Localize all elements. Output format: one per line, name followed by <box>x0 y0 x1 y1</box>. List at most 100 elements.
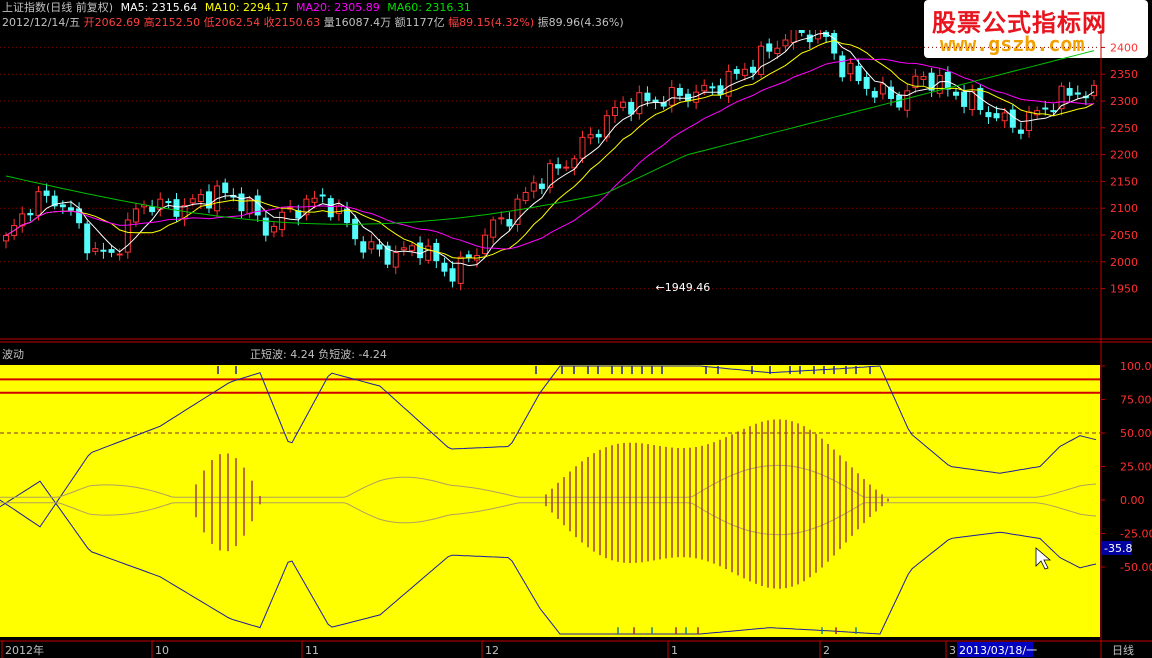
candle-body <box>798 30 805 33</box>
time-axis: 2012年 10 11 12 1 2 3 2013/03/18/一 日线 <box>0 640 1152 658</box>
candle-body <box>400 247 407 251</box>
indicator-axis-label: 75.00 <box>1120 394 1152 407</box>
candle-body <box>149 206 156 213</box>
indicator-values: 正短波: 4.24 负短波: -4.24 <box>250 348 387 361</box>
close-value: 收2150.63 <box>263 16 321 29</box>
ma5-value: MA5: 2315.64 <box>120 1 198 14</box>
candle-body <box>482 234 489 254</box>
candlestick-chart[interactable]: 2400 2350 2300 2250 2200 2150 2100 2050 2000 1950… <box>0 30 1152 340</box>
price-axis-label: 2250 <box>1110 122 1138 135</box>
candle-body <box>668 86 675 106</box>
candle-body <box>352 218 359 240</box>
ma20-value: MA20: 2305.89 <box>296 1 380 14</box>
candle-body <box>498 217 505 220</box>
candle-body <box>344 208 351 223</box>
candle-body <box>116 253 123 256</box>
candle-body <box>863 76 870 89</box>
stock-chart-window: 上证指数(日线 前复权) MA5: 2315.64 MA10: 2294.17 … <box>0 0 1152 658</box>
ma60-value: MA60: 2316.31 <box>387 1 471 14</box>
candle-body <box>904 90 911 111</box>
ma10-value: MA10: 2294.17 <box>204 1 289 14</box>
candle-body <box>360 241 367 253</box>
price-axis-label: 2200 <box>1110 149 1138 162</box>
candle-body <box>441 262 448 272</box>
ma5-line <box>5 32 1095 267</box>
candle-body <box>871 91 878 98</box>
candle-body <box>944 71 951 90</box>
candle-body <box>35 191 42 216</box>
current-value-label: -35.8 <box>1104 542 1132 555</box>
volume-value: 量16087.4万 <box>323 16 392 29</box>
time-axis-label: 12 <box>485 644 499 657</box>
candle-body <box>847 62 854 75</box>
candle-body <box>1066 88 1073 96</box>
indicator-axis-label: 50.00 <box>1120 427 1152 440</box>
candle-body <box>790 30 797 44</box>
time-axis-label: 2012年 <box>5 643 44 657</box>
candle-body <box>611 106 618 117</box>
candle-body <box>717 85 724 95</box>
candle-body <box>985 112 992 118</box>
price-axis-label: 2350 <box>1110 68 1138 81</box>
candle-body <box>279 211 286 231</box>
indicator-axis-label: -50.00 <box>1120 561 1152 574</box>
indicator-axis-label: -25.00 <box>1120 528 1152 541</box>
candle-body <box>335 205 342 215</box>
candle-body <box>92 248 99 252</box>
candle-body <box>782 39 789 47</box>
candle-body <box>59 204 66 208</box>
price-axis-label: 2150 <box>1110 175 1138 188</box>
candle-body <box>1009 109 1016 128</box>
candle-body <box>766 43 773 52</box>
candle-body <box>676 87 683 96</box>
candle-body <box>457 256 464 284</box>
candle-body <box>993 113 1000 119</box>
candle-body <box>522 191 529 202</box>
time-axis-label: 1 <box>671 644 678 657</box>
range-value: 幅89.15(4.32%) <box>448 16 535 29</box>
candle-body <box>855 65 862 82</box>
candle-body <box>173 199 180 217</box>
low-annotation: ←1949.46 <box>656 281 711 294</box>
open-value: 开2062.69 <box>83 16 141 29</box>
candle-body <box>392 252 399 268</box>
candle-body <box>506 219 513 227</box>
time-axis-label: 2 <box>823 644 830 657</box>
candle-body <box>563 166 570 169</box>
candle-body <box>733 69 740 74</box>
bar-date: 2012/12/14/五 <box>2 16 81 29</box>
candle-body <box>555 164 562 169</box>
candle-body <box>311 197 318 203</box>
indicator-axis-label: 100.0 <box>1120 360 1152 373</box>
price-axis-label: 2100 <box>1110 202 1138 215</box>
candle-body <box>408 245 415 252</box>
indicator-chart[interactable]: 100.0 75.00 50.00 25.00 0.00 -25.00 -50.00 -35.… <box>0 340 1152 640</box>
candle-body <box>1050 110 1057 113</box>
indicator-axis-label: 25.00 <box>1120 461 1152 474</box>
indicator-axis-label: 0.00 <box>1120 494 1145 507</box>
candle-body <box>319 194 326 197</box>
amplitude-value: 振89.96(4.36%) <box>537 16 624 29</box>
candle-body <box>709 86 716 89</box>
candle-body <box>165 201 172 204</box>
candle-body <box>238 193 245 212</box>
candle-body <box>67 207 74 211</box>
candle-body <box>132 208 139 223</box>
price-axis-label: 2000 <box>1110 256 1138 269</box>
stock-name: 上证指数(日线 前复权) <box>2 1 114 14</box>
candle-body <box>644 92 651 102</box>
time-axis-label: 3 <box>949 644 956 657</box>
candle-body <box>514 198 521 225</box>
cursor-date-label: 2013/03/18/一 <box>959 644 1037 657</box>
candle-body <box>620 101 627 108</box>
candle-body <box>3 235 9 242</box>
candle-body <box>741 68 748 76</box>
candle-body <box>879 83 886 95</box>
candle-body <box>1091 84 1097 97</box>
time-axis-label: 11 <box>305 644 319 657</box>
candle-body <box>197 194 204 203</box>
candle-body <box>595 133 602 138</box>
candle-body <box>961 91 968 107</box>
price-axis-label: 1950 <box>1110 283 1138 296</box>
candle-body <box>100 249 107 252</box>
